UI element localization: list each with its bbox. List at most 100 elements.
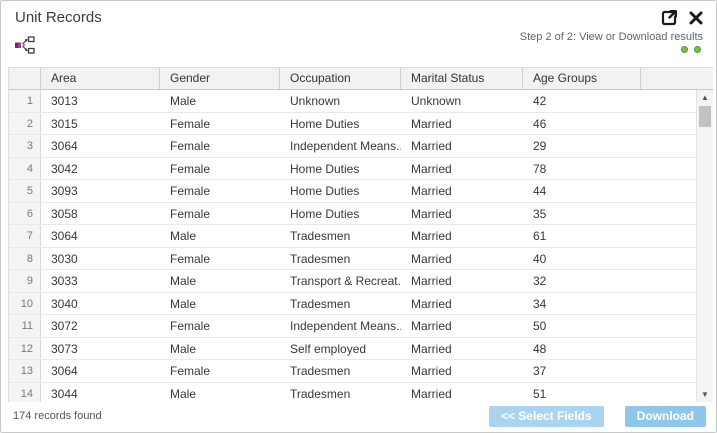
row-number: 10 (9, 293, 41, 315)
table-row[interactable]: 93033MaleTransport & Recreat...Married32 (9, 270, 696, 293)
row-number: 2 (9, 113, 41, 135)
table-row[interactable]: 123073MaleSelf employedMarried48 (9, 338, 696, 361)
scroll-up-arrow-icon[interactable]: ▲ (697, 92, 713, 104)
cell-gender: Female (160, 248, 280, 270)
cell-occupation: Self employed (280, 338, 401, 360)
records-found-text: 174 records found (13, 410, 102, 422)
cell-area: 3015 (41, 113, 160, 135)
cell-area: 3044 (41, 383, 160, 404)
table-row[interactable]: 73064MaleTradesmenMarried61 (9, 225, 696, 248)
grid-header-row: AreaGenderOccupationMarital StatusAge Gr… (9, 68, 713, 90)
download-button[interactable]: Download (625, 406, 706, 427)
cell-area: 3064 (41, 135, 160, 157)
cell-gender: Male (160, 338, 280, 360)
table-row[interactable]: 53093FemaleHome DutiesMarried44 (9, 180, 696, 203)
cell-gender: Female (160, 158, 280, 180)
scroll-down-arrow-icon[interactable]: ▼ (697, 389, 713, 401)
cell-area: 3072 (41, 315, 160, 337)
cell-occupation: Tradesmen (280, 248, 401, 270)
select-fields-button[interactable]: << Select Fields (489, 406, 604, 427)
cell-marital-status: Married (401, 225, 523, 247)
record-relations-button[interactable] (14, 35, 36, 55)
cell-marital-status: Married (401, 270, 523, 292)
column-header-marital-status[interactable]: Marital Status (401, 68, 523, 89)
column-header-gender[interactable]: Gender (160, 68, 280, 89)
column-header-area[interactable]: Area (41, 68, 160, 89)
cell-marital-status: Married (401, 135, 523, 157)
cell-marital-status: Married (401, 293, 523, 315)
cell-age-groups: 78 (523, 158, 641, 180)
row-number-header (9, 68, 41, 89)
cell-area: 3030 (41, 248, 160, 270)
row-number: 14 (9, 383, 41, 404)
table-row[interactable]: 143044MaleTradesmenMarried51 (9, 383, 696, 404)
cell-marital-status: Married (401, 315, 523, 337)
unit-record-relation-icon (14, 35, 36, 55)
row-number: 5 (9, 180, 41, 202)
cell-occupation: Home Duties (280, 203, 401, 225)
cell-gender: Male (160, 270, 280, 292)
footer-buttons: << Select Fields Download (489, 406, 706, 427)
table-row[interactable]: 133064FemaleTradesmenMarried37 (9, 360, 696, 383)
row-number: 12 (9, 338, 41, 360)
cell-gender: Female (160, 203, 280, 225)
cell-occupation: Transport & Recreat... (280, 270, 401, 292)
row-number: 8 (9, 248, 41, 270)
cell-occupation: Unknown (280, 90, 401, 112)
table-row[interactable]: 63058FemaleHome DutiesMarried35 (9, 203, 696, 226)
cell-area: 3064 (41, 225, 160, 247)
cell-area: 3033 (41, 270, 160, 292)
cell-marital-status: Married (401, 360, 523, 382)
column-header-occupation[interactable]: Occupation (280, 68, 401, 89)
table-row[interactable]: 113072FemaleIndependent Means...Married5… (9, 315, 696, 338)
cell-age-groups: 61 (523, 225, 641, 247)
table-row[interactable]: 13013MaleUnknownUnknown42 (9, 90, 696, 113)
row-number: 11 (9, 315, 41, 337)
open-in-new-window-button[interactable] (660, 9, 678, 27)
cell-occupation: Independent Means... (280, 315, 401, 337)
cell-gender: Female (160, 360, 280, 382)
cell-occupation: Home Duties (280, 158, 401, 180)
close-icon (687, 9, 705, 27)
cell-age-groups: 42 (523, 90, 641, 112)
cell-gender: Female (160, 113, 280, 135)
cell-age-groups: 40 (523, 248, 641, 270)
cell-marital-status: Married (401, 248, 523, 270)
cell-occupation: Home Duties (280, 113, 401, 135)
row-number: 4 (9, 158, 41, 180)
step-dot-1 (681, 46, 688, 53)
cell-gender: Female (160, 135, 280, 157)
vertical-scrollbar[interactable]: ▲ ▼ (696, 90, 713, 403)
cell-age-groups: 37 (523, 360, 641, 382)
cell-area: 3040 (41, 293, 160, 315)
row-number: 7 (9, 225, 41, 247)
cell-age-groups: 34 (523, 293, 641, 315)
scrollbar-thumb[interactable] (699, 106, 711, 127)
table-row[interactable]: 103040MaleTradesmenMarried34 (9, 293, 696, 316)
cell-occupation: Tradesmen (280, 360, 401, 382)
grid-body: 13013MaleUnknownUnknown4223015FemaleHome… (9, 90, 696, 403)
table-row[interactable]: 33064FemaleIndependent Means...Married29 (9, 135, 696, 158)
cell-occupation: Home Duties (280, 180, 401, 202)
row-number: 13 (9, 360, 41, 382)
dialog-footer: 174 records found << Select Fields Downl… (1, 402, 716, 432)
column-header-filler (641, 68, 713, 89)
dialog-title: Unit Records (15, 9, 102, 26)
cell-age-groups: 50 (523, 315, 641, 337)
row-number: 9 (9, 270, 41, 292)
step-dot-2 (694, 46, 701, 53)
cell-occupation: Tradesmen (280, 383, 401, 404)
cell-marital-status: Married (401, 158, 523, 180)
table-row[interactable]: 83030FemaleTradesmenMarried40 (9, 248, 696, 271)
cell-marital-status: Married (401, 180, 523, 202)
cell-age-groups: 46 (523, 113, 641, 135)
column-header-age-groups[interactable]: Age Groups (523, 68, 641, 89)
cell-gender: Female (160, 315, 280, 337)
close-button[interactable] (687, 9, 705, 27)
cell-age-groups: 51 (523, 383, 641, 404)
table-row[interactable]: 23015FemaleHome DutiesMarried46 (9, 113, 696, 136)
step-indicator-text: Step 2 of 2: View or Download results (520, 31, 703, 43)
cell-area: 3073 (41, 338, 160, 360)
cell-occupation: Independent Means... (280, 135, 401, 157)
table-row[interactable]: 43042FemaleHome DutiesMarried78 (9, 158, 696, 181)
